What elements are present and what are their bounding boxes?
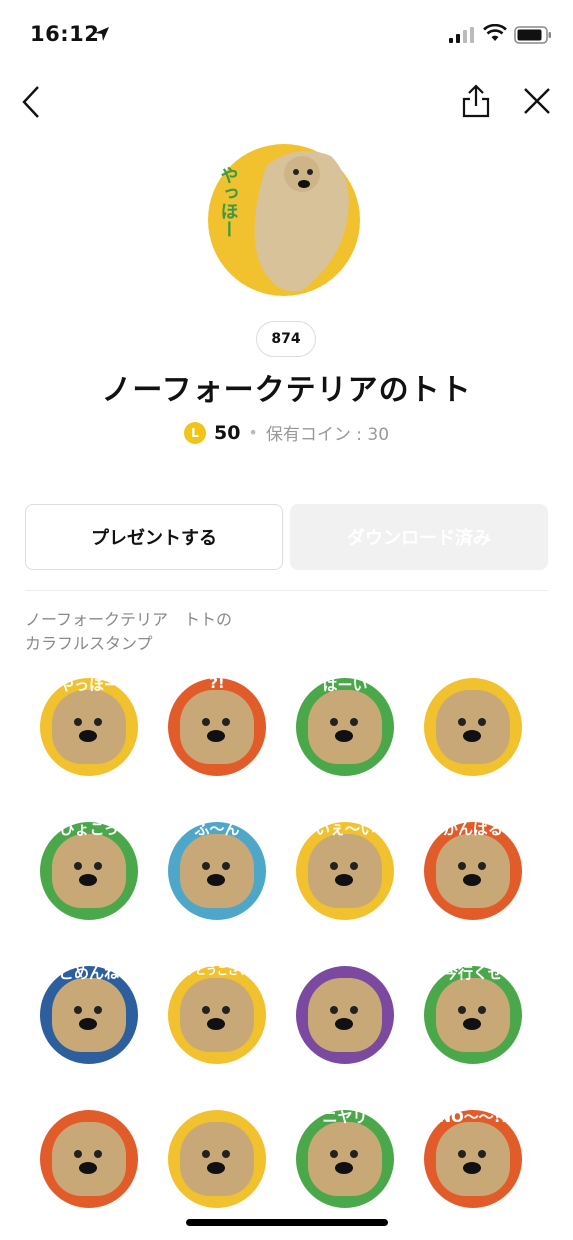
share-button[interactable] xyxy=(460,84,492,120)
dog-image xyxy=(52,690,126,764)
dog-image xyxy=(52,1122,126,1196)
sticker-item[interactable]: ごめんね xyxy=(30,956,148,1074)
dog-nose xyxy=(207,1162,225,1174)
price-row: L 50 • 保有コイン : 30 xyxy=(0,420,573,445)
sticker-item[interactable]: いぇ〜い xyxy=(286,812,404,930)
price-value: 50 xyxy=(213,421,241,444)
dog-image xyxy=(180,834,254,908)
dog-image xyxy=(52,834,126,908)
hero-caption: やっほー xyxy=(218,166,239,238)
dog-image xyxy=(308,690,382,764)
close-button[interactable] xyxy=(522,86,552,116)
dog-nose xyxy=(335,1018,353,1030)
dog-nose xyxy=(207,730,225,742)
owned-coins: 保有コイン : 30 xyxy=(265,425,390,445)
dog-nose xyxy=(335,874,353,886)
sticker-caption: はーい xyxy=(322,676,368,694)
sticker-caption: ニヤリ xyxy=(322,1108,368,1126)
sticker-item[interactable] xyxy=(414,668,532,786)
sticker-caption: がんばる xyxy=(442,820,503,838)
dog-image xyxy=(436,690,510,764)
dog-nose xyxy=(207,874,225,886)
dog-image xyxy=(180,978,254,1052)
divider xyxy=(25,590,548,591)
sticker-item[interactable] xyxy=(158,1100,276,1218)
status-time: 16:12 xyxy=(30,22,100,46)
sticker-item[interactable]: はーい xyxy=(286,668,404,786)
sticker-item[interactable]: NO〜〜!! xyxy=(414,1100,532,1218)
battery-icon xyxy=(514,26,551,44)
gift-button[interactable]: プレゼントする xyxy=(25,504,283,570)
dog-nose xyxy=(79,1018,97,1030)
dog-nose xyxy=(463,1018,481,1030)
sticker-caption: ありがとうございます xyxy=(162,964,272,977)
dog-nose xyxy=(463,730,481,742)
sticker-item[interactable]: ふ〜ん xyxy=(158,812,276,930)
sticker-item[interactable] xyxy=(30,1100,148,1218)
line-coin-icon: L xyxy=(183,421,206,444)
dog-image xyxy=(180,690,254,764)
status-bar: 16:12 xyxy=(0,0,573,70)
count-badge: 874 xyxy=(256,321,316,357)
sticker-description: ノーフォークテリア トトの カラフルスタンプ xyxy=(25,610,233,653)
home-indicator[interactable] xyxy=(186,1219,388,1226)
sticker-caption: やっほー xyxy=(58,676,119,694)
sticker-title: ノーフォークテリアのトト xyxy=(101,373,472,408)
downloaded-button[interactable]: ダウンロード済み xyxy=(290,504,548,570)
sticker-hero-image: やっほー xyxy=(208,144,360,296)
sticker-item[interactable]: やっほー xyxy=(30,668,148,786)
sticker-item[interactable]: ニヤリ xyxy=(286,1100,404,1218)
dog-image xyxy=(436,1122,510,1196)
sticker-caption: ひょこっ xyxy=(59,820,119,838)
dog-image xyxy=(52,978,126,1052)
dog-nose xyxy=(79,874,97,886)
sticker-item[interactable]: ありがとうございます xyxy=(158,956,276,1074)
dog-nose xyxy=(79,1162,97,1174)
sticker-item[interactable]: ?! xyxy=(158,668,276,786)
back-button[interactable] xyxy=(18,84,48,120)
location-arrow-icon xyxy=(95,27,109,41)
sticker-item[interactable]: がんばる xyxy=(414,812,532,930)
dog-image xyxy=(180,1122,254,1196)
sticker-item[interactable] xyxy=(286,956,404,1074)
dog-image xyxy=(308,834,382,908)
top-nav xyxy=(0,84,573,120)
dog-image xyxy=(436,834,510,908)
sticker-caption: ふ〜ん xyxy=(194,820,240,838)
dog-nose xyxy=(335,730,353,742)
sticker-caption: ごめんね xyxy=(58,964,119,982)
separator-dot: • xyxy=(248,423,258,442)
wifi-icon xyxy=(483,24,507,41)
dog-nose xyxy=(463,1162,481,1174)
dog-nose xyxy=(335,1162,353,1174)
sticker-item[interactable]: ひょこっ xyxy=(30,812,148,930)
dog-image xyxy=(308,1122,382,1196)
dog-nose xyxy=(207,1018,225,1030)
sticker-caption: ?! xyxy=(209,674,225,692)
sticker-caption: いぇ〜い xyxy=(314,820,375,838)
sticker-item[interactable]: 今行くぜ xyxy=(414,956,532,1074)
dog-nose xyxy=(463,874,481,886)
sticker-caption: NO〜〜!! xyxy=(438,1108,508,1126)
dog-image xyxy=(436,978,510,1052)
dog-nose xyxy=(79,730,97,742)
sticker-caption: 今行くぜ xyxy=(442,964,503,982)
cellular-signal-icon xyxy=(449,27,474,43)
dog-image xyxy=(308,978,382,1052)
